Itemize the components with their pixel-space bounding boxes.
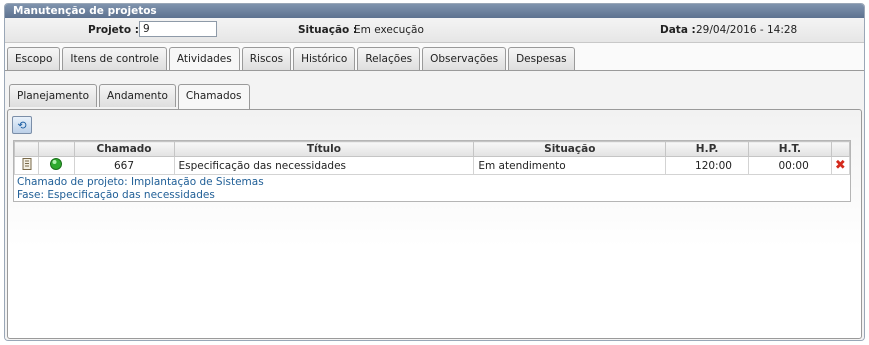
tab-despesas[interactable]: Despesas bbox=[508, 47, 575, 70]
col-header-chamado[interactable]: Chamado bbox=[73, 141, 175, 157]
tab-riscos[interactable]: Riscos bbox=[241, 47, 292, 70]
tab-escopo[interactable]: Escopo bbox=[7, 47, 61, 70]
main-tabs: Escopo Itens de controle Atividades Risc… bbox=[7, 47, 577, 72]
row-status-cell bbox=[38, 156, 75, 175]
subtab-chamados[interactable]: Chamados bbox=[177, 84, 250, 109]
grid-header-row: Chamado Título Situação H.P. H.T. bbox=[13, 141, 851, 157]
green-status-icon bbox=[50, 158, 63, 170]
projeto-input[interactable]: 9 bbox=[139, 21, 217, 37]
row-doc-cell bbox=[13, 156, 40, 175]
sub-tabs: Planejamento Andamento Chamados bbox=[9, 84, 252, 109]
row-delete-cell: ✖ bbox=[830, 156, 851, 175]
col-header-ht[interactable]: H.T. bbox=[747, 141, 832, 157]
col-header-titulo[interactable]: Título bbox=[173, 141, 475, 157]
col-header-action bbox=[830, 141, 851, 157]
tab-itens-de-controle[interactable]: Itens de controle bbox=[62, 47, 167, 70]
subtab-andamento[interactable]: Andamento bbox=[99, 84, 176, 107]
table-row[interactable]: 667 Especificação das necessidades Em at… bbox=[13, 156, 851, 175]
project-info-bar: Projeto : 9 Situação : Em execução Data … bbox=[5, 18, 864, 43]
col-header-icon1 bbox=[13, 141, 40, 157]
projeto-label: Projeto : bbox=[88, 24, 139, 36]
cell-hp: 120:00 bbox=[665, 156, 749, 175]
situacao-value: Em execução bbox=[354, 24, 424, 36]
cell-situacao: Em atendimento bbox=[473, 156, 667, 175]
col-header-situacao[interactable]: Situação bbox=[473, 141, 667, 157]
atividades-panel: Planejamento Andamento Chamados ⟲ Chamad… bbox=[5, 70, 864, 340]
data-label: Data : bbox=[660, 24, 696, 36]
col-header-icon2 bbox=[38, 141, 75, 157]
subtab-planejamento[interactable]: Planejamento bbox=[9, 84, 98, 107]
tab-atividades[interactable]: Atividades bbox=[168, 47, 240, 72]
window-title: Manutenção de projetos bbox=[5, 4, 864, 18]
add-icon: ⟲ bbox=[17, 118, 27, 132]
situacao-label: Situação : bbox=[298, 24, 358, 36]
col-header-hp[interactable]: H.P. bbox=[665, 141, 749, 157]
document-icon[interactable] bbox=[22, 158, 32, 170]
delete-icon[interactable]: ✖ bbox=[835, 158, 846, 173]
tab-observacoes[interactable]: Observações bbox=[422, 47, 507, 70]
tab-historico[interactable]: Histórico bbox=[293, 47, 356, 70]
cell-chamado: 667 bbox=[73, 156, 175, 175]
cell-ht: 00:00 bbox=[747, 156, 832, 175]
project-maintenance-window: Manutenção de projetos Projeto : 9 Situa… bbox=[4, 3, 865, 341]
detail-fase: Fase: Especificação das necessidades bbox=[17, 189, 215, 201]
add-chamado-button[interactable]: ⟲ bbox=[12, 116, 32, 134]
tab-relacoes[interactable]: Relações bbox=[357, 47, 421, 70]
data-value: 29/04/2016 - 14:28 bbox=[696, 24, 798, 36]
cell-titulo: Especificação das necessidades bbox=[173, 156, 475, 175]
chamados-grid: Chamado Título Situação H.P. H.T. 667 Es… bbox=[13, 140, 851, 202]
detail-chamado-projeto: Chamado de projeto: Implantação de Siste… bbox=[17, 176, 264, 188]
